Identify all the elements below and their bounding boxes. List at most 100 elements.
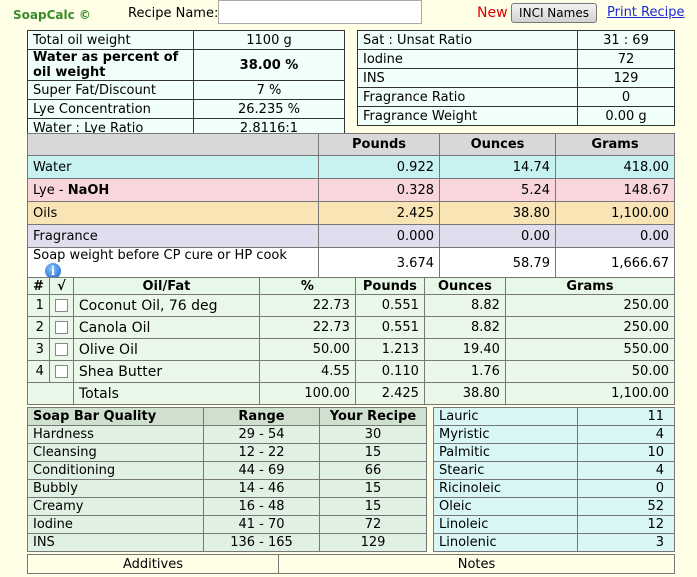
fatty-acid-row: Linoleic 12 <box>433 515 675 534</box>
oils-header-pct: % <box>258 277 356 295</box>
summary-value: 31 : 69 <box>577 30 675 50</box>
fatty-acid-name: Myristic <box>433 425 578 444</box>
soap-weight-label: Soap weight before CP cure or HP cook <box>33 248 287 263</box>
fatty-acid-row: Ricinoleic 0 <box>433 479 675 498</box>
oil-pct: 4.55 <box>258 360 356 383</box>
oil-row: 4 Shea Butter 4.55 0.110 1.76 50.00 <box>27 360 676 383</box>
totals-pounds: 2.425 <box>354 382 425 405</box>
quality-row: INS 136 - 165 129 <box>27 533 427 552</box>
oil-checkbox[interactable] <box>54 321 68 334</box>
fatty-acid-value: 3 <box>577 533 675 552</box>
quality-value: 30 <box>319 425 427 444</box>
quality-name: Bubbly <box>27 479 204 498</box>
inci-names-button[interactable]: INCI Names <box>511 3 597 23</box>
oil-check[interactable] <box>48 338 74 361</box>
quality-range: 41 - 70 <box>203 515 320 534</box>
oil-pounds: 1.213 <box>354 338 425 361</box>
oil-num: 3 <box>27 338 50 361</box>
summary-row: Total oil weight 1100 g <box>27 30 345 50</box>
summary-row: INS 129 <box>357 68 675 88</box>
weights-label: Soap weight before CP cure or HP cooki <box>27 247 319 280</box>
fatty-acid-value: 11 <box>577 407 675 426</box>
summary-value: 7 % <box>193 80 345 100</box>
oil-check[interactable] <box>48 294 74 317</box>
fatty-acid-value: 52 <box>577 497 675 516</box>
summary-row: Lye Concentration 26.235 % <box>27 99 345 119</box>
summary-value: 38.00 % <box>193 49 345 81</box>
quality-name: Cleansing <box>27 443 204 462</box>
summary-row: Sat : Unsat Ratio 31 : 69 <box>357 30 675 50</box>
weights-header <box>27 133 319 156</box>
summary-label: Sat : Unsat Ratio <box>357 30 578 50</box>
weights-grams: 0.00 <box>555 224 675 248</box>
oils-header-num: # <box>27 277 50 295</box>
oil-pct: 22.73 <box>258 316 356 339</box>
oil-num: 2 <box>27 316 50 339</box>
oil-pounds: 0.551 <box>354 316 425 339</box>
oils-header-check: √ <box>48 277 74 295</box>
quality-row: Conditioning 44 - 69 66 <box>27 461 427 480</box>
summary-value: 72 <box>577 49 675 69</box>
print-recipe-link[interactable]: Print Recipe <box>607 5 685 20</box>
notes-header: Notes <box>278 554 675 574</box>
fatty-acid-name: Stearic <box>433 461 578 480</box>
oil-row: 2 Canola Oil 22.73 0.551 8.82 250.00 <box>27 316 676 339</box>
totals-grams: 1,100.00 <box>504 382 676 405</box>
oil-num: 1 <box>27 294 50 317</box>
quality-row: Cleansing 12 - 22 15 <box>27 443 427 462</box>
oil-check[interactable] <box>48 316 74 339</box>
totals-ounces: 38.80 <box>423 382 506 405</box>
oil-ounces: 19.40 <box>423 338 506 361</box>
quality-range: 44 - 69 <box>203 461 320 480</box>
oil-check[interactable] <box>48 360 74 383</box>
quality-header: Range <box>203 407 320 426</box>
oil-row: 3 Olive Oil 50.00 1.213 19.40 550.00 <box>27 338 676 361</box>
weights-label: Fragrance <box>27 224 319 248</box>
summary-label: Lye Concentration <box>27 99 194 119</box>
weights-ounces: 58.79 <box>439 247 556 280</box>
fatty-acid-value: 10 <box>577 443 675 462</box>
summary-label: INS <box>357 68 578 88</box>
quality-range: 14 - 46 <box>203 479 320 498</box>
fatty-acids-table: Lauric 11 Myristic 4 Palmitic 10 Stearic 4 R… <box>433 407 675 552</box>
oil-ounces: 8.82 <box>423 316 506 339</box>
new-recipe-link[interactable]: New <box>477 5 508 21</box>
summary-value: 1100 g <box>193 30 345 50</box>
fatty-acid-row: Palmitic 10 <box>433 443 675 462</box>
summary-value: 0.00 g <box>577 106 675 126</box>
oil-grams: 50.00 <box>504 360 676 383</box>
fatty-acid-row: Linolenic 3 <box>433 533 675 552</box>
fatty-acid-name: Oleic <box>433 497 578 516</box>
summary-row: Fragrance Weight 0.00 g <box>357 106 675 126</box>
weights-header: Pounds <box>318 133 440 156</box>
oil-name: Olive Oil <box>72 338 260 361</box>
oil-pct: 22.73 <box>258 294 356 317</box>
weights-table: Pounds Ounces Grams Water 0.922 14.74 41… <box>27 133 675 280</box>
fatty-acid-name: Linoleic <box>433 515 578 534</box>
oil-checkbox[interactable] <box>54 343 68 356</box>
totals-pct: 100.00 <box>258 382 356 405</box>
weights-grams: 418.00 <box>555 155 675 179</box>
summary-row: Fragrance Ratio 0 <box>357 87 675 107</box>
weights-pounds: 0.328 <box>318 178 440 202</box>
recipe-name-input[interactable] <box>218 0 422 24</box>
fatty-acid-row: Oleic 52 <box>433 497 675 516</box>
lye-label: Lye - <box>33 182 68 198</box>
oil-checkbox[interactable] <box>54 299 68 312</box>
fatty-acid-name: Palmitic <box>433 443 578 462</box>
weights-row-soap: Soap weight before CP cure or HP cooki 3… <box>27 247 675 280</box>
oil-checkbox[interactable] <box>54 365 68 378</box>
weights-pounds: 2.425 <box>318 201 440 225</box>
weights-ounces: 5.24 <box>439 178 556 202</box>
fatty-acid-row: Lauric 11 <box>433 407 675 426</box>
weights-pounds: 3.674 <box>318 247 440 280</box>
fatty-acid-name: Linolenic <box>433 533 578 552</box>
quality-table: Soap Bar Quality Range Your Recipe Hardn… <box>27 407 427 552</box>
summary-row: Iodine 72 <box>357 49 675 69</box>
oil-name: Canola Oil <box>72 316 260 339</box>
weights-label: Lye - NaOH <box>27 178 319 202</box>
quality-value: 66 <box>319 461 427 480</box>
quality-row: Bubbly 14 - 46 15 <box>27 479 427 498</box>
quality-range: 136 - 165 <box>203 533 320 552</box>
oil-ounces: 8.82 <box>423 294 506 317</box>
